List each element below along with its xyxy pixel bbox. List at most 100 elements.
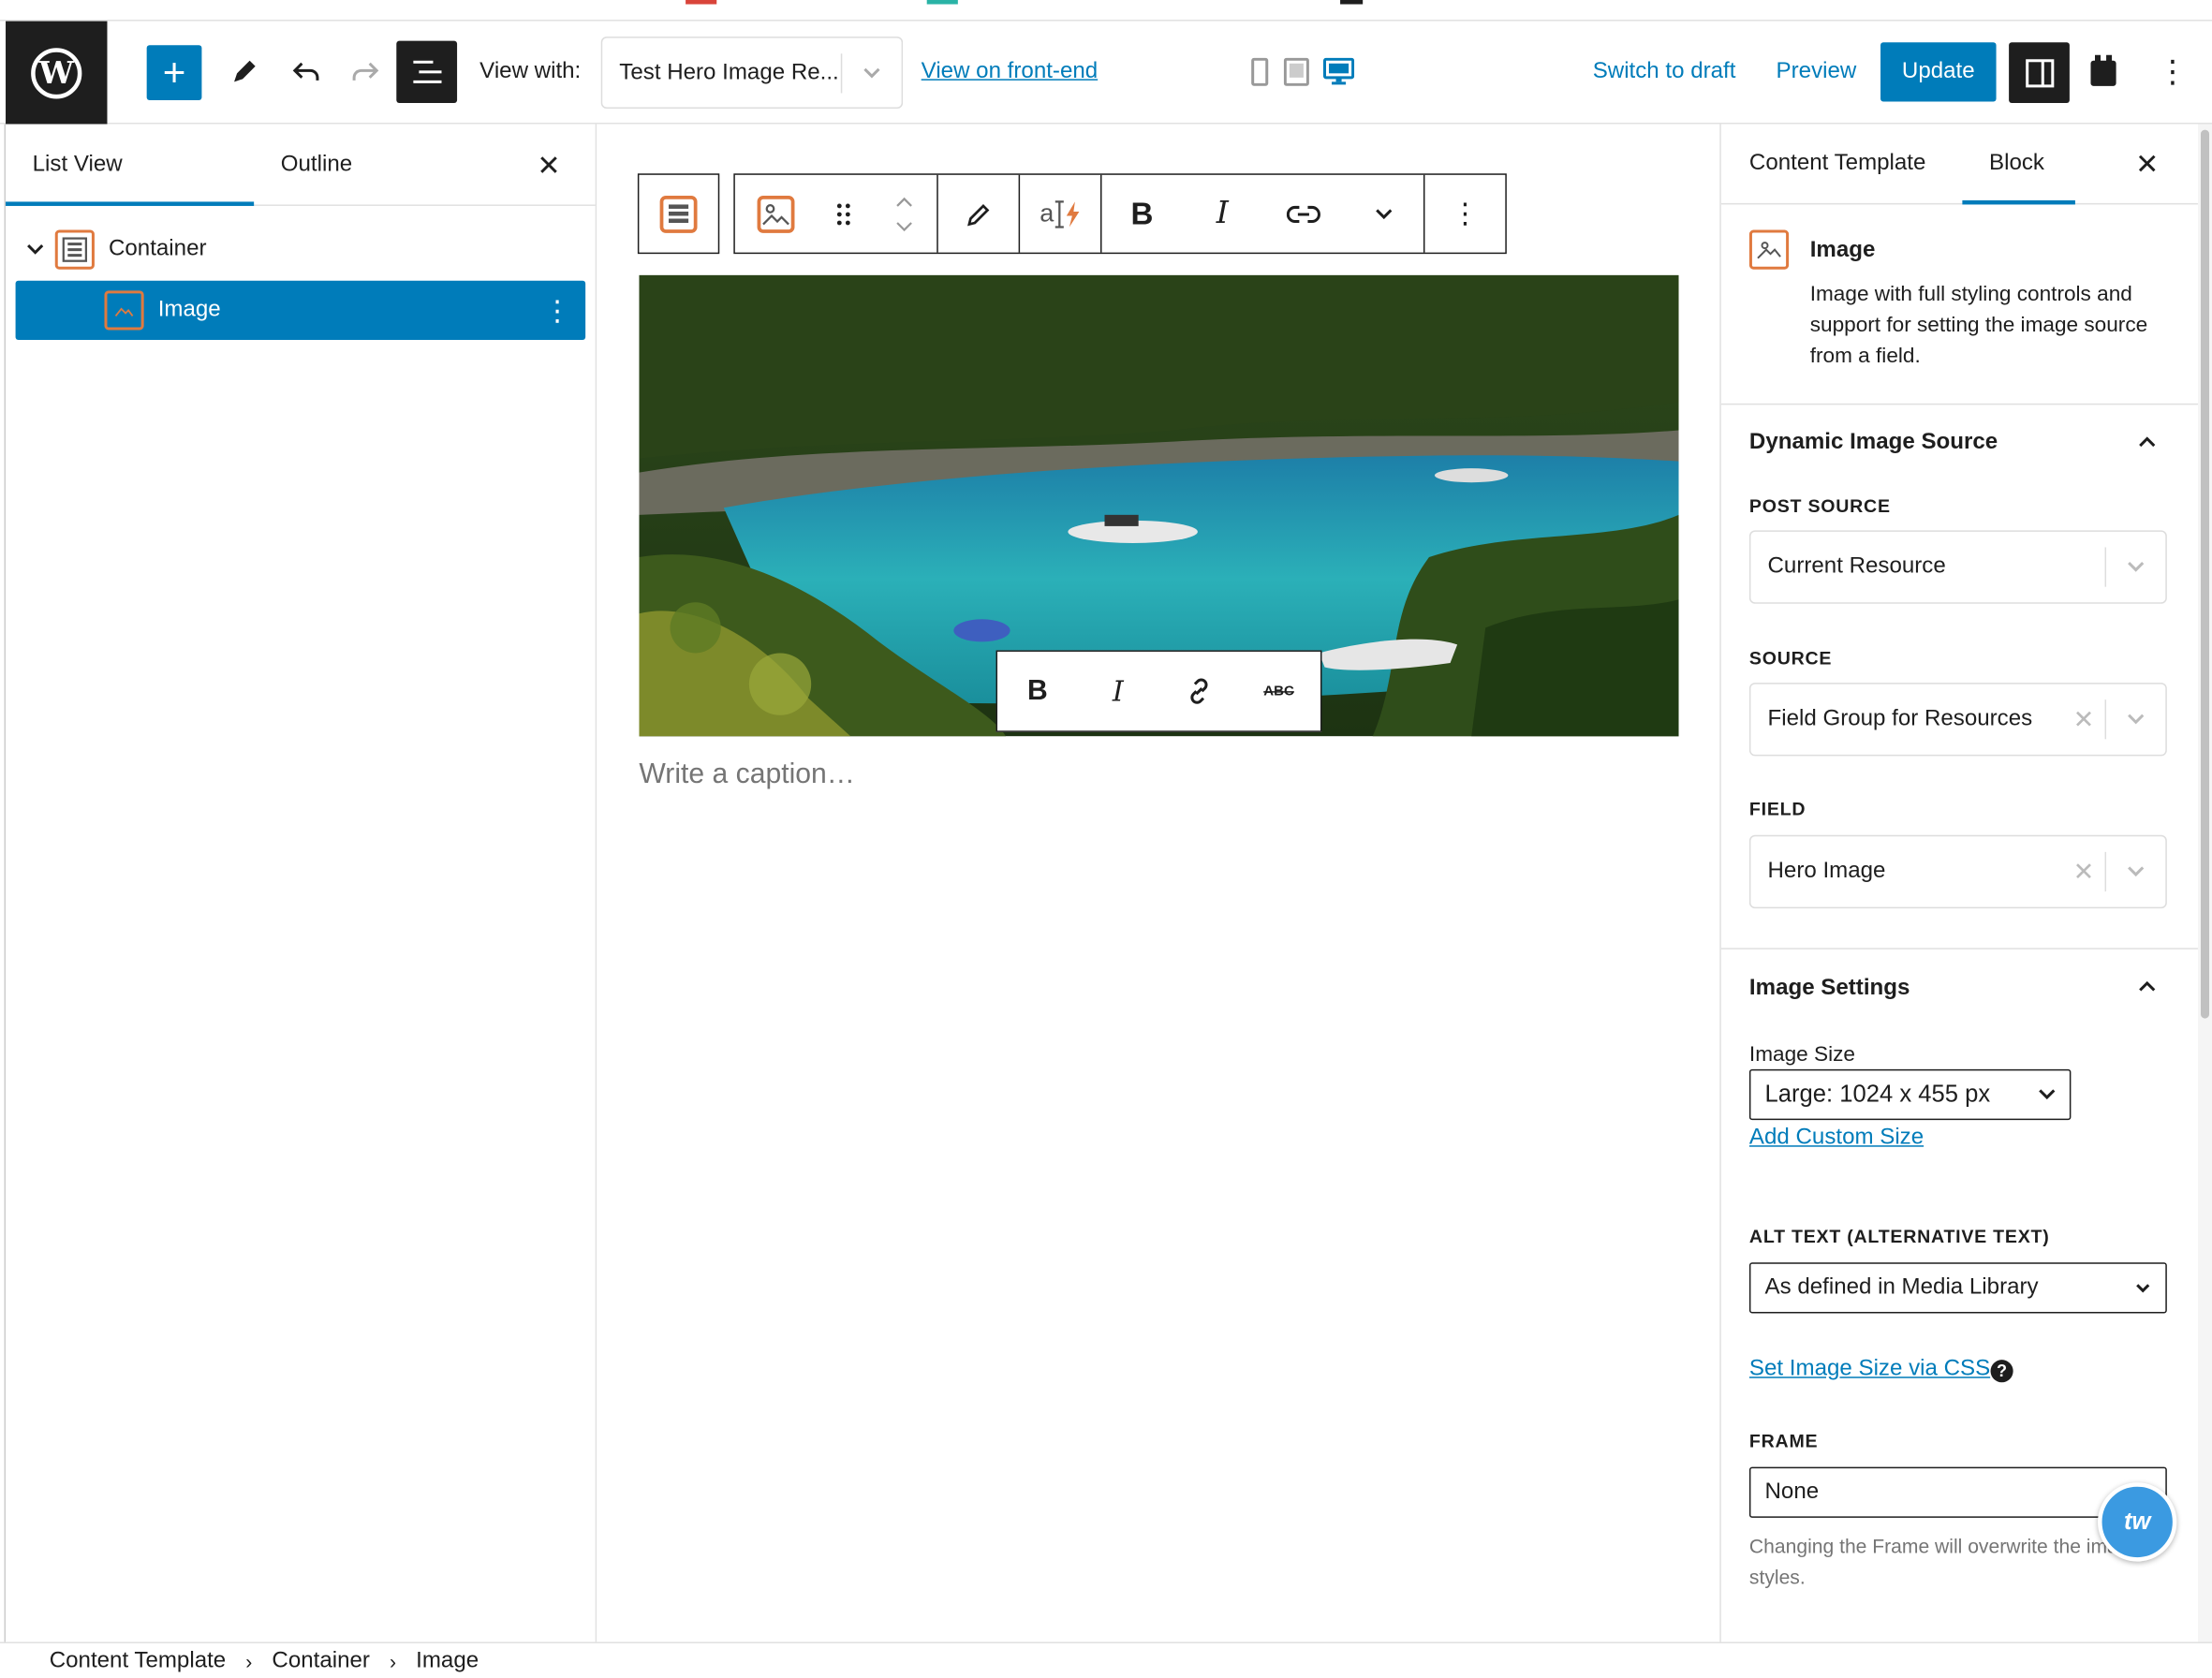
tab-content-template[interactable]: Content Template (1749, 151, 1925, 176)
undo-button[interactable] (281, 47, 332, 97)
alt-text-value: As defined in Media Library (1764, 1274, 2039, 1300)
update-button[interactable]: Update (1880, 42, 1997, 102)
edit-button[interactable] (938, 175, 1019, 253)
view-with-select[interactable]: Test Hero Image Re... (600, 37, 904, 109)
bold-icon: B (1130, 195, 1154, 231)
chevron-up-icon[interactable] (894, 196, 914, 207)
dynamic-image-source-heading[interactable]: Dynamic Image Source (1749, 430, 1998, 455)
caption-input[interactable]: Write a caption… (639, 758, 855, 791)
block-card: Image Image with full styling controls a… (1720, 204, 2198, 405)
alt-text-select[interactable]: As defined in Media Library (1748, 1262, 2167, 1314)
redo-button[interactable] (340, 47, 391, 97)
link-icon (1189, 678, 1207, 704)
chat-bubble-label: tw (2123, 1508, 2151, 1535)
image-block-icon (1748, 229, 1790, 270)
move-up-down-buttons[interactable] (872, 175, 936, 253)
mobile-device-icon[interactable] (1250, 57, 1270, 86)
caption-link-button[interactable] (1158, 652, 1239, 730)
clear-icon[interactable]: ✕ (2062, 857, 2104, 887)
panel-divider (1720, 948, 2198, 949)
chevron-down-icon[interactable] (16, 244, 55, 256)
chevron-right-icon: › (390, 1649, 397, 1672)
view-on-front-end-link[interactable]: View on front-end (922, 59, 1098, 84)
plus-icon: + (162, 50, 186, 95)
tablet-device-icon[interactable] (1283, 57, 1309, 86)
list-item-label: Image (157, 297, 221, 322)
tools-button[interactable] (218, 47, 269, 97)
link-icon (1286, 205, 1320, 223)
wordpress-logo-button[interactable]: W (6, 21, 108, 125)
image-size-label: Image Size (1748, 1042, 1855, 1067)
bold-button[interactable]: B (1101, 175, 1182, 253)
desktop-device-icon[interactable] (1323, 57, 1355, 86)
set-image-size-css-link[interactable]: Set Image Size via CSS (1749, 1357, 1990, 1382)
plugin-button[interactable] (2078, 42, 2129, 98)
view-with-label: View with: (479, 59, 582, 83)
parent-block-selector[interactable] (637, 173, 720, 255)
post-source-label: POST SOURCE (1748, 494, 1891, 517)
field-value: Hero Image (1767, 859, 1886, 884)
vertical-ellipsis-icon: ⋮ (1451, 199, 1480, 230)
more-formatting-button[interactable] (1343, 175, 1423, 253)
list-item-image-selected[interactable]: Image ⋮ (15, 280, 586, 341)
preview-button[interactable]: Preview (1777, 59, 1857, 84)
chevron-up-icon[interactable] (2131, 426, 2162, 457)
drag-handle-icon (836, 202, 850, 225)
post-source-select[interactable]: Current Resource (1748, 530, 2167, 604)
block-toolbar-main: a B I ⋮ (733, 173, 1507, 255)
image-size-select[interactable]: Large: 1024 x 455 px (1748, 1068, 2072, 1121)
dynamic-text-button[interactable]: a (1020, 175, 1100, 253)
drag-handle[interactable] (816, 175, 872, 253)
switch-to-draft-button[interactable]: Switch to draft (1593, 59, 1736, 84)
container-block-icon (54, 229, 95, 270)
chevron-down-icon (842, 66, 901, 80)
caption-bold-button[interactable]: B (997, 652, 1078, 730)
source-label: SOURCE (1748, 647, 1833, 670)
italic-button[interactable]: I (1182, 175, 1262, 253)
help-icon[interactable]: ? (1990, 1360, 2013, 1383)
chat-support-bubble[interactable]: tw (2098, 1482, 2177, 1562)
pencil-icon (966, 203, 989, 226)
plugin-block-icon (2090, 54, 2116, 86)
pencil-icon (234, 60, 256, 82)
add-custom-size-link[interactable]: Add Custom Size (1749, 1126, 1924, 1151)
image-settings-heading[interactable]: Image Settings (1749, 976, 1910, 1001)
options-menu-button[interactable]: ⋮ (2147, 47, 2198, 97)
scrollbar-thumb[interactable] (2200, 129, 2210, 1019)
tab-list-view[interactable]: List View (33, 153, 123, 178)
strip-mark-red (686, 0, 717, 5)
close-list-view-button[interactable]: ✕ (533, 150, 564, 181)
dynamic-text-icon: a (1039, 198, 1079, 228)
image-block-type-button[interactable] (735, 175, 816, 253)
wordpress-w-icon: W (31, 47, 82, 98)
document-overview-button[interactable] (396, 40, 458, 103)
sidebar-scrollbar[interactable] (2197, 124, 2212, 1642)
clear-icon[interactable]: ✕ (2062, 704, 2104, 734)
tab-block[interactable]: Block (1989, 151, 2044, 176)
frame-help-text: Changing the Frame will overwrite the im… (1748, 1534, 2141, 1589)
source-select[interactable]: Field Group for Resources ✕ (1748, 683, 2167, 757)
add-block-button[interactable]: + (146, 45, 202, 100)
undo-icon (292, 62, 319, 81)
settings-sidebar-button[interactable] (2009, 42, 2070, 103)
chevron-down-icon (1375, 208, 1392, 219)
list-item-label: Container (108, 237, 207, 261)
field-select[interactable]: Hero Image ✕ (1748, 834, 2167, 909)
breadcrumb-item-content-template[interactable]: Content Template (50, 1648, 226, 1673)
close-icon: ✕ (2135, 148, 2160, 181)
breadcrumb-item-container[interactable]: Container (272, 1648, 370, 1673)
italic-icon: I (1216, 196, 1229, 232)
vertical-ellipsis-icon[interactable]: ⋮ (543, 293, 571, 329)
chevron-up-icon[interactable] (2131, 970, 2162, 1001)
list-item-container[interactable]: Container (16, 220, 586, 279)
close-sidebar-button[interactable]: ✕ (2131, 148, 2162, 181)
chevron-down-icon (2120, 1282, 2165, 1293)
tab-outline[interactable]: Outline (281, 153, 352, 178)
block-title: Image (1809, 238, 1876, 263)
alt-text-label: ALT TEXT (ALTERNATIVE TEXT) (1748, 1226, 2050, 1247)
caption-strikethrough-button[interactable]: ABC (1239, 652, 1320, 730)
link-button[interactable] (1262, 175, 1343, 253)
caption-italic-button[interactable]: I (1078, 652, 1158, 730)
block-options-button[interactable]: ⋮ (1424, 175, 1505, 253)
chevron-down-icon[interactable] (894, 221, 914, 232)
